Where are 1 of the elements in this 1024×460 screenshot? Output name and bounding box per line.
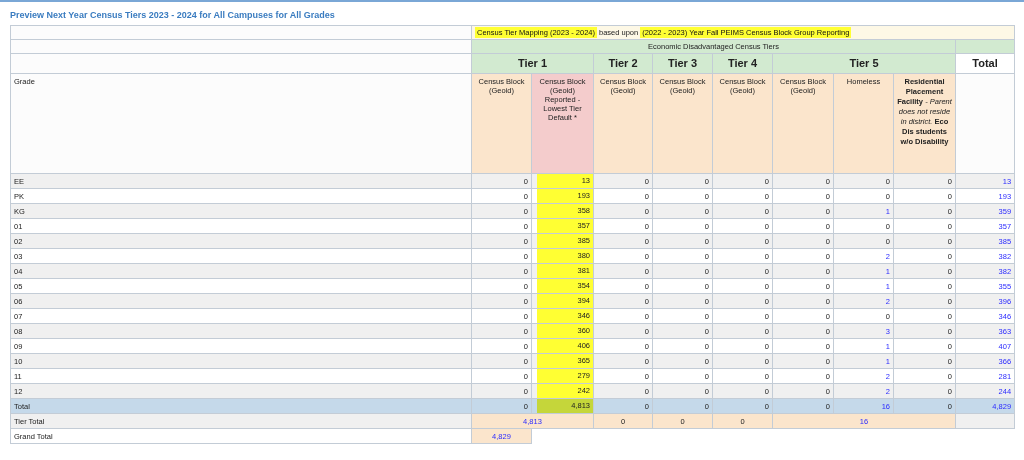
report-title: Preview Next Year Census Tiers 2023 - 2024 for All Campuses for All Grades [10, 10, 336, 20]
